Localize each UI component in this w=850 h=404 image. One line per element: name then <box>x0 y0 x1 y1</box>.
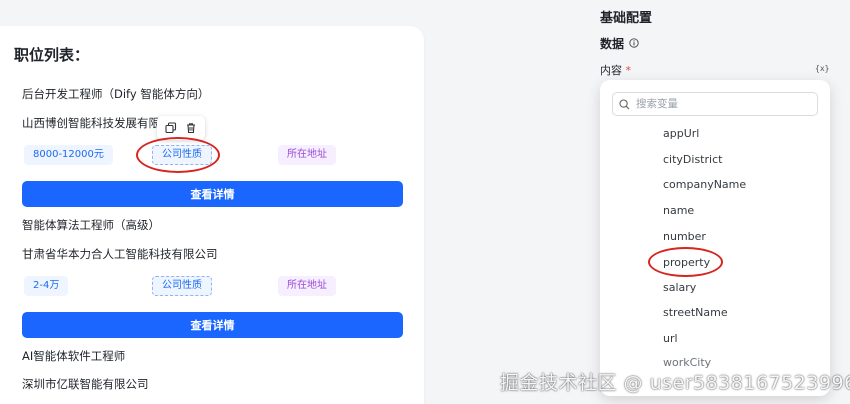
content-label: 内容 <box>600 64 622 77</box>
insert-variable-icon[interactable]: {x} <box>815 64 829 73</box>
job-title: AI智能体软件工程师 <box>22 349 126 363</box>
variable-item-salary[interactable]: salary <box>663 281 696 294</box>
address-tag[interactable]: 所在地址 <box>278 145 336 165</box>
variable-item-streetname[interactable]: streetName <box>663 306 728 319</box>
data-label-row: 数据 <box>600 35 639 52</box>
required-mark: * <box>625 64 632 77</box>
variable-search-box[interactable] <box>612 92 818 116</box>
company-name: 深圳市亿联智能有限公司 <box>22 377 149 391</box>
highlight-circle <box>648 247 723 277</box>
variable-item-name[interactable]: name <box>663 204 694 217</box>
job-title: 智能体算法工程师（高级） <box>22 218 160 232</box>
job-list-title: 职位列表： <box>14 46 90 64</box>
variable-item-companyname[interactable]: companyName <box>663 178 746 191</box>
variable-search-input[interactable] <box>636 98 806 110</box>
company-nature-tag[interactable]: 公司性质 <box>152 276 212 296</box>
salary-tag[interactable]: 8000-12000元 <box>24 145 113 165</box>
salary-tag[interactable]: 2-4万 <box>24 276 69 296</box>
highlight-circle <box>136 137 220 173</box>
company-name: 山西博创智能科技发展有限公司 <box>22 116 164 130</box>
address-tag[interactable]: 所在地址 <box>278 276 336 296</box>
view-detail-button[interactable]: 查看详情 <box>22 181 403 207</box>
variable-item-number[interactable]: number <box>663 230 706 243</box>
variable-item-citydistrict[interactable]: cityDistrict <box>663 153 722 166</box>
variable-item-appurl[interactable]: appUrl <box>663 127 699 140</box>
info-icon[interactable] <box>629 37 639 51</box>
content-label-row: 内容 * <box>600 62 631 78</box>
copy-icon[interactable] <box>164 121 178 135</box>
watermark: 掘金技术社区 @ user5838167523996 <box>500 372 850 394</box>
variable-picker-dropdown: appUrl cityDistrict companyName name num… <box>600 80 830 396</box>
company-name: 甘肃省华本力合人工智能科技有限公司 <box>22 247 218 261</box>
job-title: 后台开发工程师（Dify 智能体方向） <box>22 87 210 101</box>
variable-item-url[interactable]: url <box>663 332 678 345</box>
search-icon <box>619 95 630 114</box>
section-title: 基础配置 <box>600 11 653 26</box>
trash-icon[interactable] <box>184 121 198 135</box>
view-detail-button[interactable]: 查看详情 <box>22 312 403 338</box>
data-label: 数据 <box>600 37 625 51</box>
